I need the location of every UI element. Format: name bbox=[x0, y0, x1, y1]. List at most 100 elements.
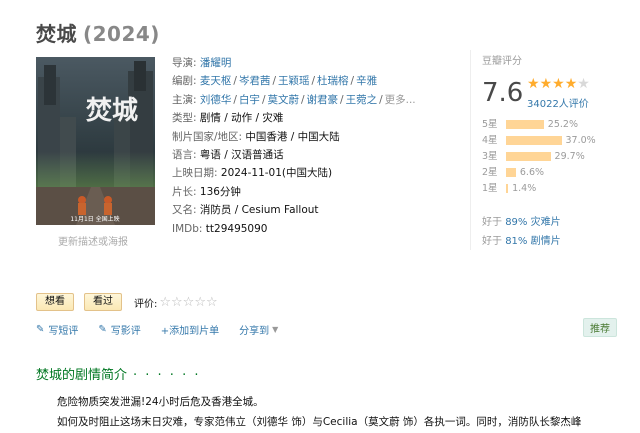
runtime-row: 片长: 136分钟 bbox=[172, 183, 440, 201]
better-than-genre[interactable]: 剧情片 bbox=[527, 236, 561, 247]
write-short-review-link[interactable]: ✎ 写短评 bbox=[36, 322, 78, 337]
poster-title-art: 焚城 bbox=[86, 96, 138, 126]
imdb-label: IMDb: bbox=[172, 222, 203, 235]
summary-text: 危险物质突发泄漏!24小时后危及香港全城。 如何及时阻止这场末日灾难，专家范伟立… bbox=[57, 392, 640, 432]
writers-label: 编剧: bbox=[172, 75, 197, 88]
writer-link[interactable]: 杜瑞榕 bbox=[317, 75, 349, 87]
runtime-value: 136分钟 bbox=[199, 185, 241, 198]
writers-row: 编剧: 麦天枢 / 岑君茜 / 王颖瑶 / 杜瑞榕 / 辛雅 bbox=[172, 75, 378, 88]
star-icon: ★ bbox=[577, 76, 590, 92]
want-to-watch-button[interactable]: 想看 bbox=[36, 293, 74, 311]
rating-dist-pct: 37.0% bbox=[565, 135, 596, 146]
director-row: 导演: 潘耀明 bbox=[172, 54, 440, 72]
rating-dist-row: 1星 1.4% bbox=[482, 182, 612, 195]
cast-link[interactable]: 白宇 bbox=[239, 94, 260, 106]
country-value: 中国香港 / 中国大陆 bbox=[245, 130, 340, 143]
rating-dist-pct: 6.6% bbox=[519, 167, 545, 178]
cast-label: 主演: bbox=[172, 93, 197, 106]
watched-button[interactable]: 看过 bbox=[84, 293, 122, 311]
update-poster-link[interactable]: 更新描述或海报 bbox=[58, 233, 128, 248]
genre-value: 剧情 / 动作 / 灾难 bbox=[199, 112, 284, 125]
rating-dist-label: 1星 bbox=[482, 183, 498, 194]
share-link[interactable]: 分享到 ▼ bbox=[239, 322, 278, 337]
rating-dist-row: 2星 6.6% bbox=[482, 166, 612, 179]
rating-dist-label: 3星 bbox=[482, 151, 498, 162]
chevron-down-icon: ▼ bbox=[272, 325, 279, 334]
star-icon: ★ bbox=[539, 76, 553, 92]
star-icon: ★ bbox=[552, 76, 565, 92]
cast-link[interactable]: 莫文蔚 bbox=[267, 94, 299, 106]
rating-dist-bar bbox=[506, 120, 544, 129]
rating-label: 豆瓣评分 bbox=[482, 56, 522, 67]
language-label: 语言: bbox=[172, 149, 197, 162]
write-review-link[interactable]: ✎ 写影评 bbox=[98, 322, 140, 337]
summary-title: 焚城的剧情简介 bbox=[36, 368, 128, 383]
rating-dist-row: 5星 25.2% bbox=[482, 118, 612, 131]
genre-row: 类型: 剧情 / 动作 / 灾难 bbox=[172, 109, 440, 127]
rating-score: 7.6 bbox=[482, 78, 524, 108]
rating-dist-bar bbox=[506, 184, 509, 193]
rating-dist-pct: 25.2% bbox=[547, 119, 578, 130]
director-label: 导演: bbox=[172, 57, 197, 69]
director-link[interactable]: 潘耀明 bbox=[200, 57, 232, 69]
add-to-list-link[interactable]: +添加到片单 bbox=[161, 322, 219, 337]
poster-release-text: 11月1日 全国上映 bbox=[70, 215, 119, 223]
summary-line: 如何及时阻止这场末日灾难，专家范伟立（刘德华 饰）与Cecilia（莫文蔚 饰）… bbox=[57, 416, 582, 428]
poster-art: 焚城 11月1日 全国上映 bbox=[36, 57, 155, 225]
cast-link[interactable]: 谢君豪 bbox=[307, 94, 339, 106]
rating-dist-bar bbox=[506, 152, 551, 161]
country-row: 制片国家/地区: 中国香港 / 中国大陆 bbox=[172, 128, 440, 146]
star-icon: ★ bbox=[564, 76, 578, 92]
better-than-row: 好于 81% 剧情片 bbox=[482, 236, 561, 247]
rating-dist-bar bbox=[506, 168, 516, 177]
rate-label: 评价: bbox=[134, 298, 158, 310]
cast-more-link[interactable]: 更多... bbox=[385, 94, 416, 106]
action-links: ✎ 写短评 ✎ 写影评 +添加到片单 分享到 ▼ bbox=[36, 322, 298, 337]
writer-link[interactable]: 麦天枢 bbox=[200, 75, 232, 87]
rating-stars: ★★★★★ bbox=[527, 76, 590, 92]
summary-heading: 焚城的剧情简介 · · · · · · bbox=[36, 364, 200, 383]
movie-info: 导演: 潘耀明 编剧: 麦天枢 / 岑君茜 / 王颖瑶 / 杜瑞榕 / 辛雅 主演: 刘德华 / 白… bbox=[172, 54, 440, 238]
aka-value: 消防员 / Cesium Fallout bbox=[199, 204, 319, 217]
aka-label: 又名: bbox=[172, 204, 197, 217]
better-than-link[interactable]: 89% bbox=[505, 217, 527, 228]
imdb-value: tt29495090 bbox=[205, 222, 268, 235]
summary-dots: · · · · · · bbox=[133, 368, 201, 383]
rating-dist-pct: 29.7% bbox=[554, 151, 585, 162]
writer-link[interactable]: 王颖瑶 bbox=[278, 75, 310, 87]
pencil-icon: ✎ bbox=[98, 324, 107, 335]
rating-panel: 豆瓣评分 7.6 ★★★★★ 34022人评价 5星 25.2% 4星 37.0% 3星… bbox=[482, 52, 612, 194]
movie-name: 焚城 bbox=[36, 22, 77, 46]
movie-title: 焚城 (2024) bbox=[36, 18, 160, 47]
recommend-button[interactable]: 推荐 bbox=[583, 318, 617, 337]
movie-year: (2024) bbox=[83, 22, 160, 46]
release-value: 2024-11-01(中国大陆) bbox=[220, 167, 333, 180]
country-label: 制片国家/地区: bbox=[172, 130, 243, 143]
rating-votes-link[interactable]: 34022人评价 bbox=[527, 95, 589, 110]
rating-dist-label: 5星 bbox=[482, 119, 498, 130]
cast-link[interactable]: 王菀之 bbox=[346, 94, 378, 106]
rating-dist-row: 4星 37.0% bbox=[482, 134, 612, 147]
poster-image[interactable]: 焚城 11月1日 全国上映 bbox=[36, 57, 155, 225]
pencil-icon: ✎ bbox=[36, 324, 45, 335]
writer-link[interactable]: 岑君茜 bbox=[239, 75, 271, 87]
better-than-genre[interactable]: 灾难片 bbox=[527, 217, 561, 228]
release-label: 上映日期: bbox=[172, 167, 218, 180]
summary-line: 危险物质突发泄漏!24小时后危及香港全城。 bbox=[57, 396, 264, 408]
interest-buttons: 想看 看过 评价: ☆☆☆☆☆ bbox=[36, 293, 218, 311]
rating-distribution: 5星 25.2% 4星 37.0% 3星 29.7% 2星 6.6% 1星 1.4% bbox=[482, 118, 612, 198]
cast-link[interactable]: 刘德华 bbox=[200, 94, 232, 106]
genre-label: 类型: bbox=[172, 112, 197, 125]
release-row: 上映日期: 2024-11-01(中国大陆) bbox=[172, 164, 440, 182]
language-row: 语言: 粤语 / 汉语普通话 bbox=[172, 146, 440, 164]
cast-row: 主演: 刘德华 / 白宇 / 莫文蔚 / 谢君豪 / 王菀之 / 更多... bbox=[172, 93, 416, 106]
better-than-row: 好于 89% 灾难片 bbox=[482, 217, 561, 228]
imdb-row: IMDb: tt29495090 bbox=[172, 220, 440, 238]
rating-dist-row: 3星 29.7% bbox=[482, 150, 612, 163]
better-than-link[interactable]: 81% bbox=[505, 236, 527, 247]
writer-link[interactable]: 辛雅 bbox=[356, 75, 377, 87]
rate-stars-input[interactable]: ☆☆☆☆☆ bbox=[159, 295, 217, 310]
rating-dist-label: 4星 bbox=[482, 135, 498, 146]
rating-dist-label: 2星 bbox=[482, 167, 498, 178]
star-icon: ★ bbox=[527, 76, 540, 92]
